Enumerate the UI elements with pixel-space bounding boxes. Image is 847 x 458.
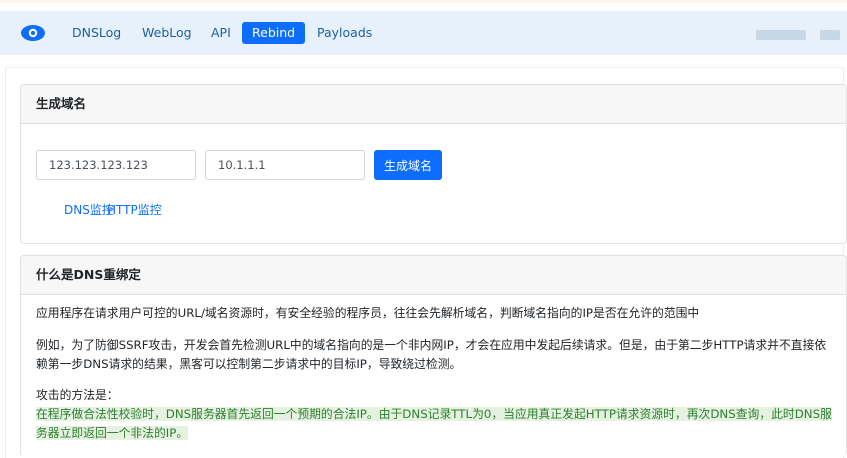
ip2-input[interactable] xyxy=(205,150,365,180)
navbar: DNSLog WebLog API Rebind Payloads xyxy=(0,11,847,55)
nav-item-rebind[interactable]: Rebind xyxy=(242,22,306,44)
http-monitor-link[interactable]: HTTP监控 xyxy=(107,201,162,218)
nav-item-dnslog[interactable]: DNSLog xyxy=(62,22,131,44)
user-extra-blurred xyxy=(820,30,840,40)
attack-method-label: 攻击的方法是： xyxy=(36,388,119,402)
top-strip xyxy=(0,0,847,3)
info-paragraph-2: 例如，为了防御SSRF攻击，开发会首先检测URL中的域名指向的是一个非内网IP，… xyxy=(36,338,827,371)
info-card-title: 什么是DNS重绑定 xyxy=(21,256,846,295)
info-paragraph-1: 应用程序在请求用户可控的URL/域名资源时，有安全经验的程序员，往往会先解析域名… xyxy=(36,306,700,320)
attack-method-highlight: 在程序做合法性校验时，DNS服务器首先返回一个预期的合法IP。由于DNS记录TT… xyxy=(36,407,832,440)
ip1-input[interactable] xyxy=(36,150,196,180)
user-info-blurred xyxy=(756,30,806,40)
nav-item-api[interactable]: API xyxy=(201,22,241,44)
dns-rebind-info-card: 什么是DNS重绑定 应用程序在请求用户可控的URL/域名资源时，有安全经验的程序… xyxy=(20,255,847,456)
attack-method-block: 攻击的方法是： 在程序做合法性校验时，DNS服务器首先返回一个预期的合法IP。由… xyxy=(36,386,836,443)
nav-item-payloads[interactable]: Payloads xyxy=(307,22,382,44)
nav-item-weblog[interactable]: WebLog xyxy=(132,22,202,44)
generate-card-title: 生成域名 xyxy=(21,85,846,124)
eye-icon[interactable] xyxy=(20,24,46,42)
generate-domain-card: 生成域名 生成域名 DNS监控 HTTP监控 xyxy=(20,84,847,244)
generate-domain-button[interactable]: 生成域名 xyxy=(374,150,443,180)
